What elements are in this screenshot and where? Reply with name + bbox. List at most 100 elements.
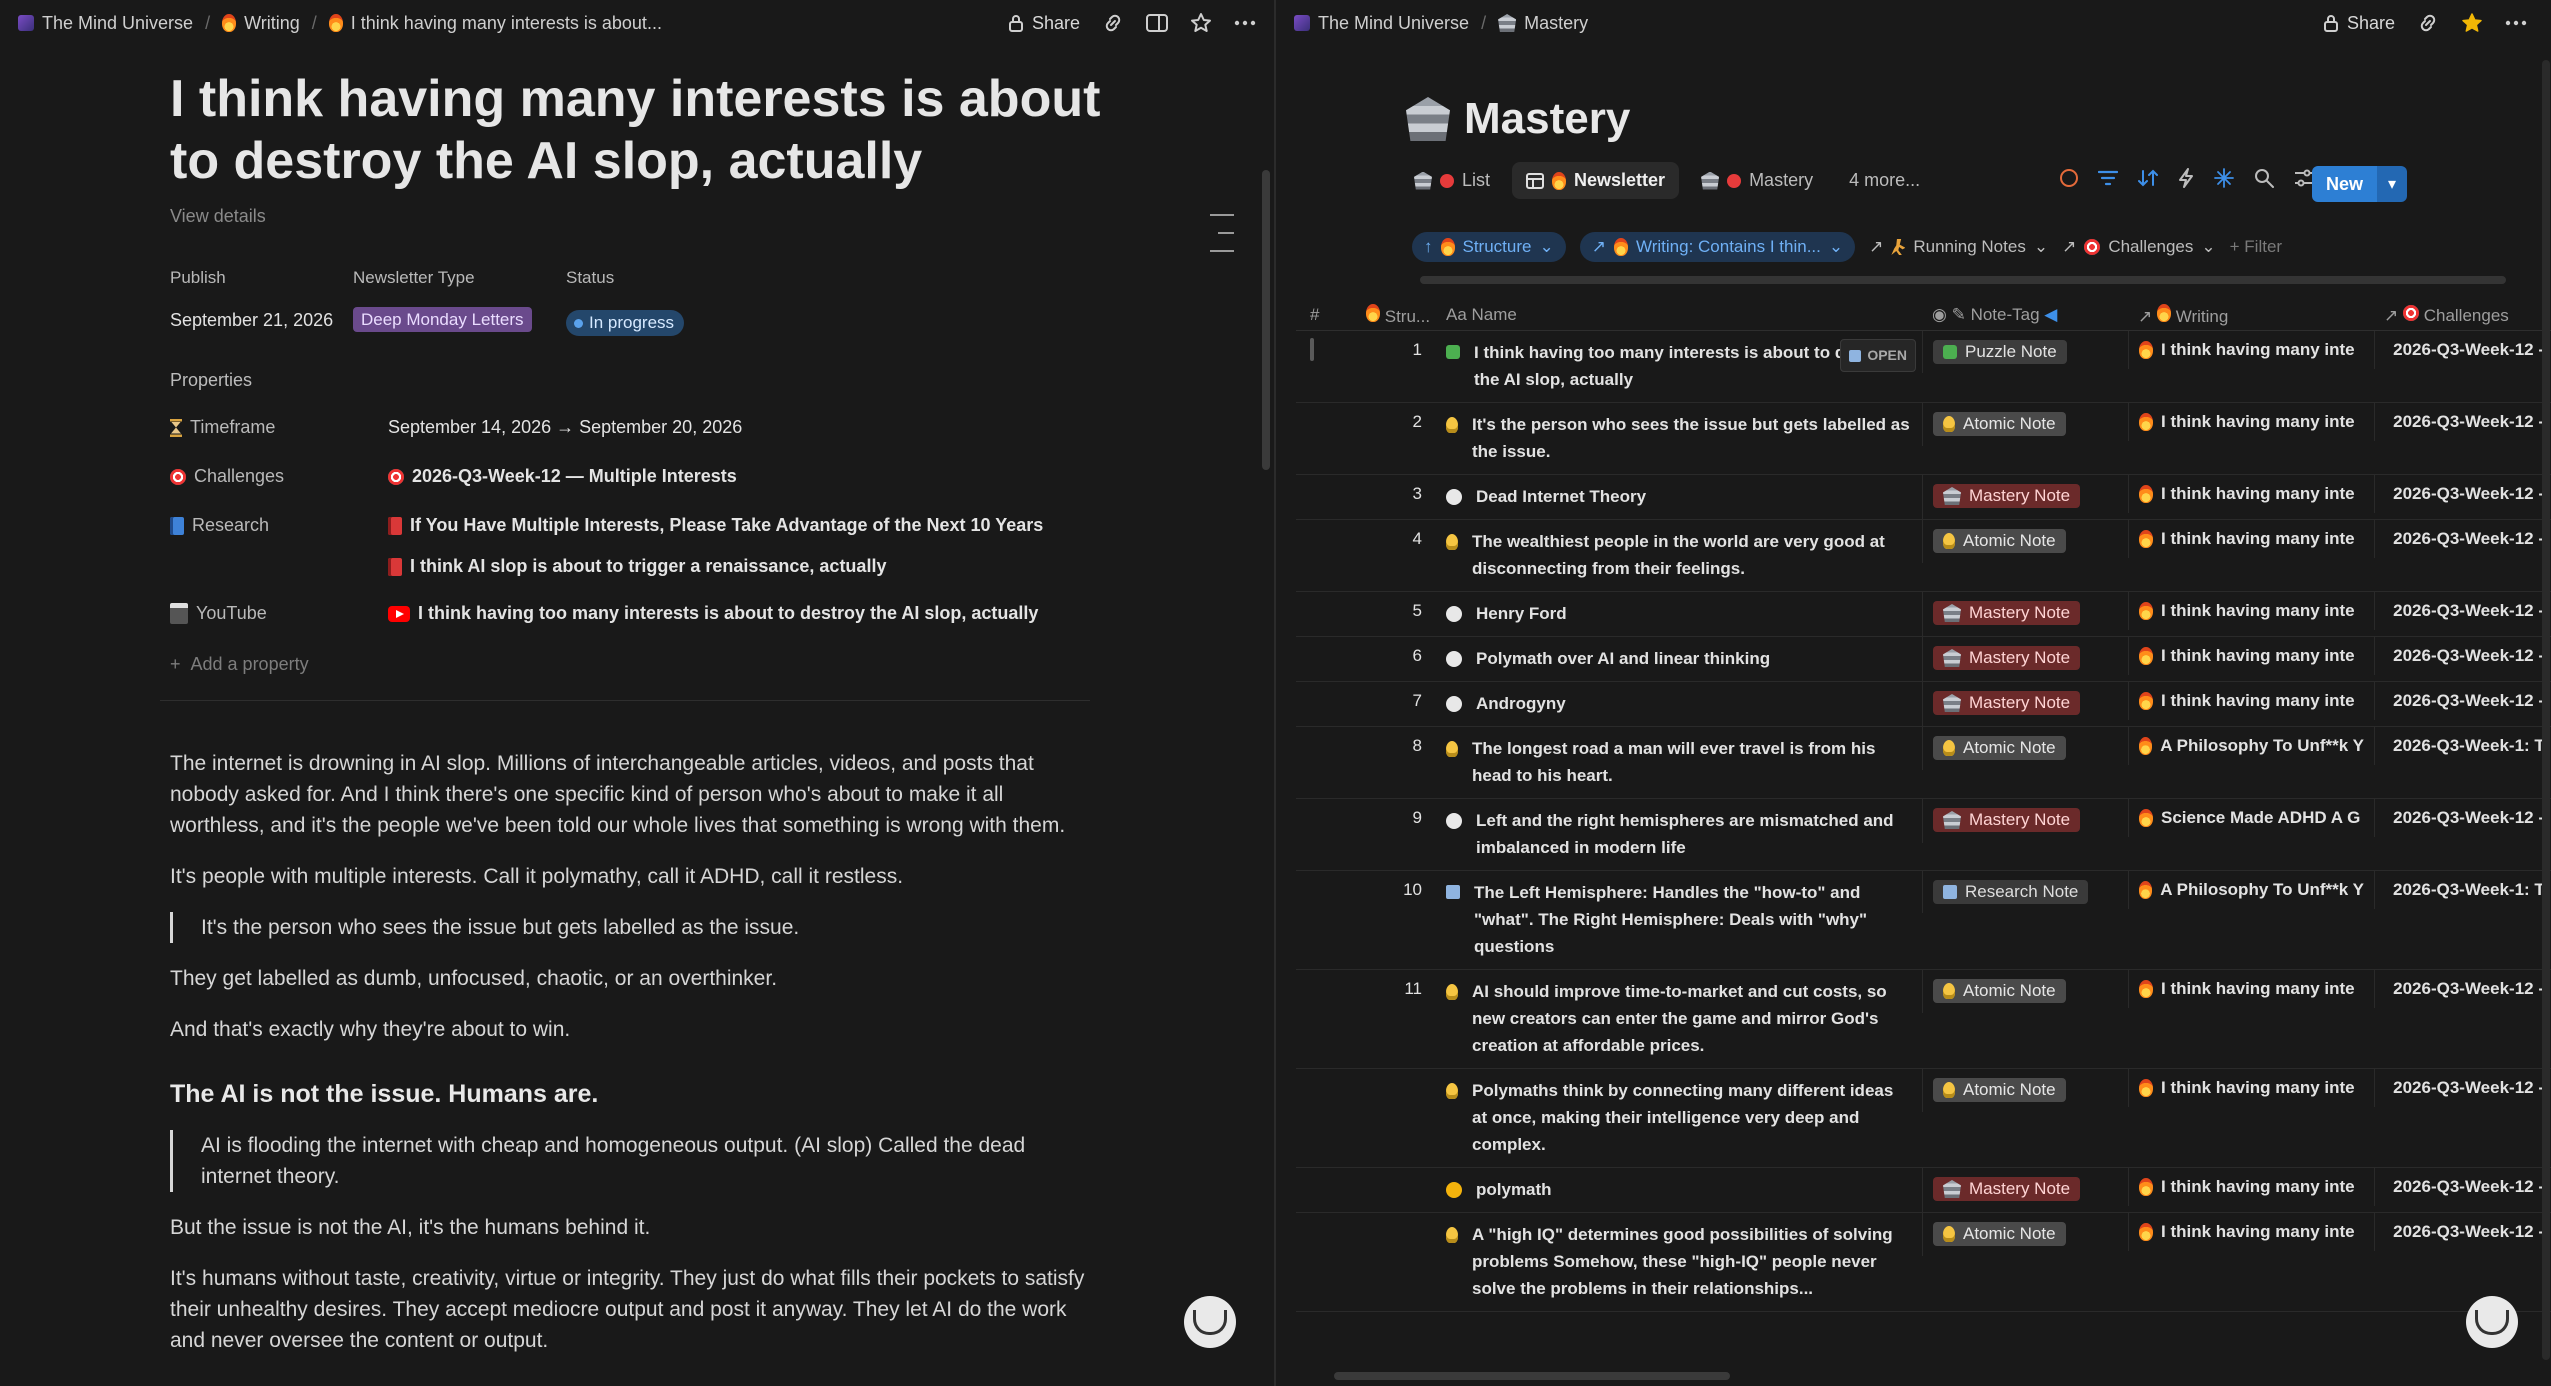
- row-name-cell[interactable]: I think having too many interests is abo…: [1436, 331, 1922, 402]
- challenge-link[interactable]: 2026-Q3-Week-12 -: [2385, 484, 2544, 504]
- writing-link[interactable]: A Philosophy To Unf**k Y: [2139, 880, 2364, 900]
- row-note-tag-cell[interactable]: Mastery Note: [1922, 592, 2128, 636]
- open-button[interactable]: OPEN: [1840, 339, 1916, 372]
- research-link[interactable]: I think AI slop is about to trigger a re…: [388, 556, 886, 577]
- settings-sliders-icon[interactable]: [2294, 169, 2314, 187]
- filter-challenges[interactable]: ↗ Challenges ⌄: [2062, 237, 2216, 257]
- challenge-link[interactable]: 2026-Q3-Week-1: T: [2385, 880, 2545, 900]
- row-writing-cell[interactable]: I think having many inte: [2128, 1069, 2374, 1107]
- table-row[interactable]: 3 Dead Internet Theory Mastery Note I think…: [1296, 475, 2551, 520]
- writing-link[interactable]: I think having many inte: [2139, 1078, 2364, 1098]
- table-row[interactable]: 11 AI should improve time-to-market and c…: [1296, 970, 2551, 1069]
- row-name-cell[interactable]: Androgyny: [1436, 682, 1922, 726]
- page-title[interactable]: I think having many interests is about t…: [170, 68, 1130, 192]
- row-note-tag-cell[interactable]: Atomic Note: [1922, 1069, 2128, 1112]
- row-name[interactable]: The longest road a man will ever travel …: [1472, 735, 1912, 789]
- writing-link[interactable]: I think having many inte: [2139, 340, 2364, 360]
- table-row[interactable]: A "high IQ" determines good possibilitie…: [1296, 1213, 2551, 1312]
- new-button[interactable]: New ▾: [2312, 166, 2408, 202]
- row-name-cell[interactable]: A "high IQ" determines good possibilitie…: [1436, 1213, 1922, 1311]
- filter-scrollbar[interactable]: [1420, 276, 2506, 284]
- row-select-cell[interactable]: [1296, 727, 1356, 745]
- table-row[interactable]: polymath Mastery Note I think having many …: [1296, 1168, 2551, 1213]
- row-challenges-cell[interactable]: 2026-Q3-Week-12 -: [2374, 331, 2551, 369]
- breadcrumb-item[interactable]: I think having many interests is about..…: [328, 13, 662, 34]
- table-horizontal-scrollbar[interactable]: [1334, 1372, 1730, 1380]
- row-name-cell[interactable]: Polymath over AI and linear thinking: [1436, 637, 1922, 681]
- row-note-tag-cell[interactable]: Puzzle Note: [1922, 331, 2128, 373]
- row-name-cell[interactable]: The wealthiest people in the world are v…: [1436, 520, 1922, 591]
- left-scrollbar[interactable]: [1262, 170, 1270, 470]
- add-filter-button[interactable]: + Filter: [2230, 237, 2282, 257]
- database-title[interactable]: Mastery: [1406, 94, 1630, 144]
- assistant-avatar[interactable]: [1184, 1296, 1236, 1348]
- row-select-cell[interactable]: [1296, 520, 1356, 538]
- publish-property[interactable]: Publish September 21, 2026: [170, 268, 353, 336]
- paragraph[interactable]: They get labelled as dumb, unfocused, ch…: [170, 963, 1090, 994]
- row-name-cell[interactable]: Dead Internet Theory: [1436, 475, 1922, 519]
- challenge-link[interactable]: 2026-Q3-Week-12 -: [2385, 979, 2544, 999]
- row-writing-cell[interactable]: A Philosophy To Unf**k Y: [2128, 727, 2374, 765]
- row-name-cell[interactable]: AI should improve time-to-market and cut…: [1436, 970, 1922, 1068]
- row-writing-cell[interactable]: I think having many inte: [2128, 1168, 2374, 1206]
- table-row[interactable]: 2 It's the person who sees the issue but …: [1296, 403, 2551, 475]
- tab-mastery[interactable]: Mastery: [1687, 162, 1827, 199]
- shield-icon[interactable]: [2060, 169, 2078, 187]
- challenges-property[interactable]: Challenges 2026-Q3-Week-12 — Multiple In…: [170, 466, 737, 487]
- status-property[interactable]: Status In progress: [566, 268, 766, 336]
- row-challenges-cell[interactable]: 2026-Q3-Week-12 -: [2374, 1213, 2551, 1251]
- sparkle-icon[interactable]: [2214, 168, 2234, 188]
- row-note-tag-cell[interactable]: Mastery Note: [1922, 475, 2128, 519]
- table-row[interactable]: 10 The Left Hemisphere: Handles the "how-…: [1296, 871, 2551, 970]
- table-row[interactable]: 8 The longest road a man will ever travel…: [1296, 727, 2551, 799]
- writing-link[interactable]: I think having many inte: [2139, 484, 2364, 504]
- view-details-link[interactable]: View details: [170, 206, 266, 227]
- row-challenges-cell[interactable]: 2026-Q3-Week-12 -: [2374, 1069, 2551, 1107]
- row-note-tag-cell[interactable]: Atomic Note: [1922, 727, 2128, 770]
- paragraph[interactable]: The internet is drowning in AI slop. Mil…: [170, 748, 1090, 841]
- automation-icon[interactable]: [2178, 168, 2194, 188]
- filter-writing[interactable]: ↗ Writing: Contains I thin... ⌄: [1579, 232, 1856, 262]
- table-of-contents-icon[interactable]: [1210, 214, 1234, 268]
- row-select-cell[interactable]: [1296, 799, 1356, 817]
- row-challenges-cell[interactable]: 2026-Q3-Week-12 -: [2374, 637, 2551, 675]
- row-writing-cell[interactable]: I think having many inte: [2128, 637, 2374, 675]
- row-challenges-cell[interactable]: 2026-Q3-Week-12 -: [2374, 475, 2551, 513]
- row-name[interactable]: Androgyny: [1476, 690, 1912, 717]
- search-icon[interactable]: [2254, 168, 2274, 188]
- row-select-cell[interactable]: [1296, 592, 1356, 610]
- writing-link[interactable]: I think having many inte: [2139, 646, 2364, 666]
- header-challenges[interactable]: ↗ Challenges: [2374, 304, 2551, 326]
- header-structure[interactable]: Stru...: [1356, 303, 1436, 327]
- row-select-cell[interactable]: [1296, 1213, 1356, 1231]
- table-row[interactable]: 4 The wealthiest people in the world are …: [1296, 520, 2551, 592]
- row-challenges-cell[interactable]: 2026-Q3-Week-12 -: [2374, 1168, 2551, 1206]
- row-note-tag-cell[interactable]: Mastery Note: [1922, 682, 2128, 726]
- row-note-tag-cell[interactable]: Research Note: [1922, 871, 2128, 913]
- filter-icon[interactable]: [2098, 170, 2118, 186]
- row-name-cell[interactable]: polymath: [1436, 1168, 1922, 1212]
- row-challenges-cell[interactable]: 2026-Q3-Week-1: T: [2374, 727, 2551, 765]
- row-select-cell[interactable]: [1296, 637, 1356, 655]
- tab-more[interactable]: 4 more...: [1835, 162, 1934, 199]
- writing-link[interactable]: I think having many inte: [2139, 1177, 2364, 1197]
- writing-link[interactable]: I think having many inte: [2139, 979, 2364, 999]
- row-writing-cell[interactable]: I think having many inte: [2128, 970, 2374, 1008]
- table-row[interactable]: 9 Left and the right hemispheres are mism…: [1296, 799, 2551, 871]
- table-row[interactable]: Polymaths think by connecting many diffe…: [1296, 1069, 2551, 1168]
- row-note-tag-cell[interactable]: Mastery Note: [1922, 799, 2128, 843]
- share-button[interactable]: Share: [2323, 13, 2395, 34]
- row-note-tag-cell[interactable]: Atomic Note: [1922, 970, 2128, 1013]
- row-writing-cell[interactable]: I think having many inte: [2128, 1213, 2374, 1251]
- share-button[interactable]: Share: [1008, 13, 1080, 34]
- row-name[interactable]: The Left Hemisphere: Handles the "how-to…: [1474, 879, 1912, 960]
- row-name[interactable]: It's the person who sees the issue but g…: [1472, 411, 1912, 465]
- row-name[interactable]: Polymaths think by connecting many diffe…: [1472, 1077, 1912, 1158]
- sidepeek-icon[interactable]: [1146, 13, 1168, 33]
- writing-link[interactable]: I think having many inte: [2139, 601, 2364, 621]
- challenge-link[interactable]: 2026-Q3-Week-12 -: [2385, 691, 2544, 711]
- row-name-cell[interactable]: Left and the right hemispheres are misma…: [1436, 799, 1922, 870]
- row-writing-cell[interactable]: Science Made ADHD A G: [2128, 799, 2374, 837]
- row-select-cell[interactable]: [1296, 1069, 1356, 1087]
- writing-link[interactable]: I think having many inte: [2139, 412, 2364, 432]
